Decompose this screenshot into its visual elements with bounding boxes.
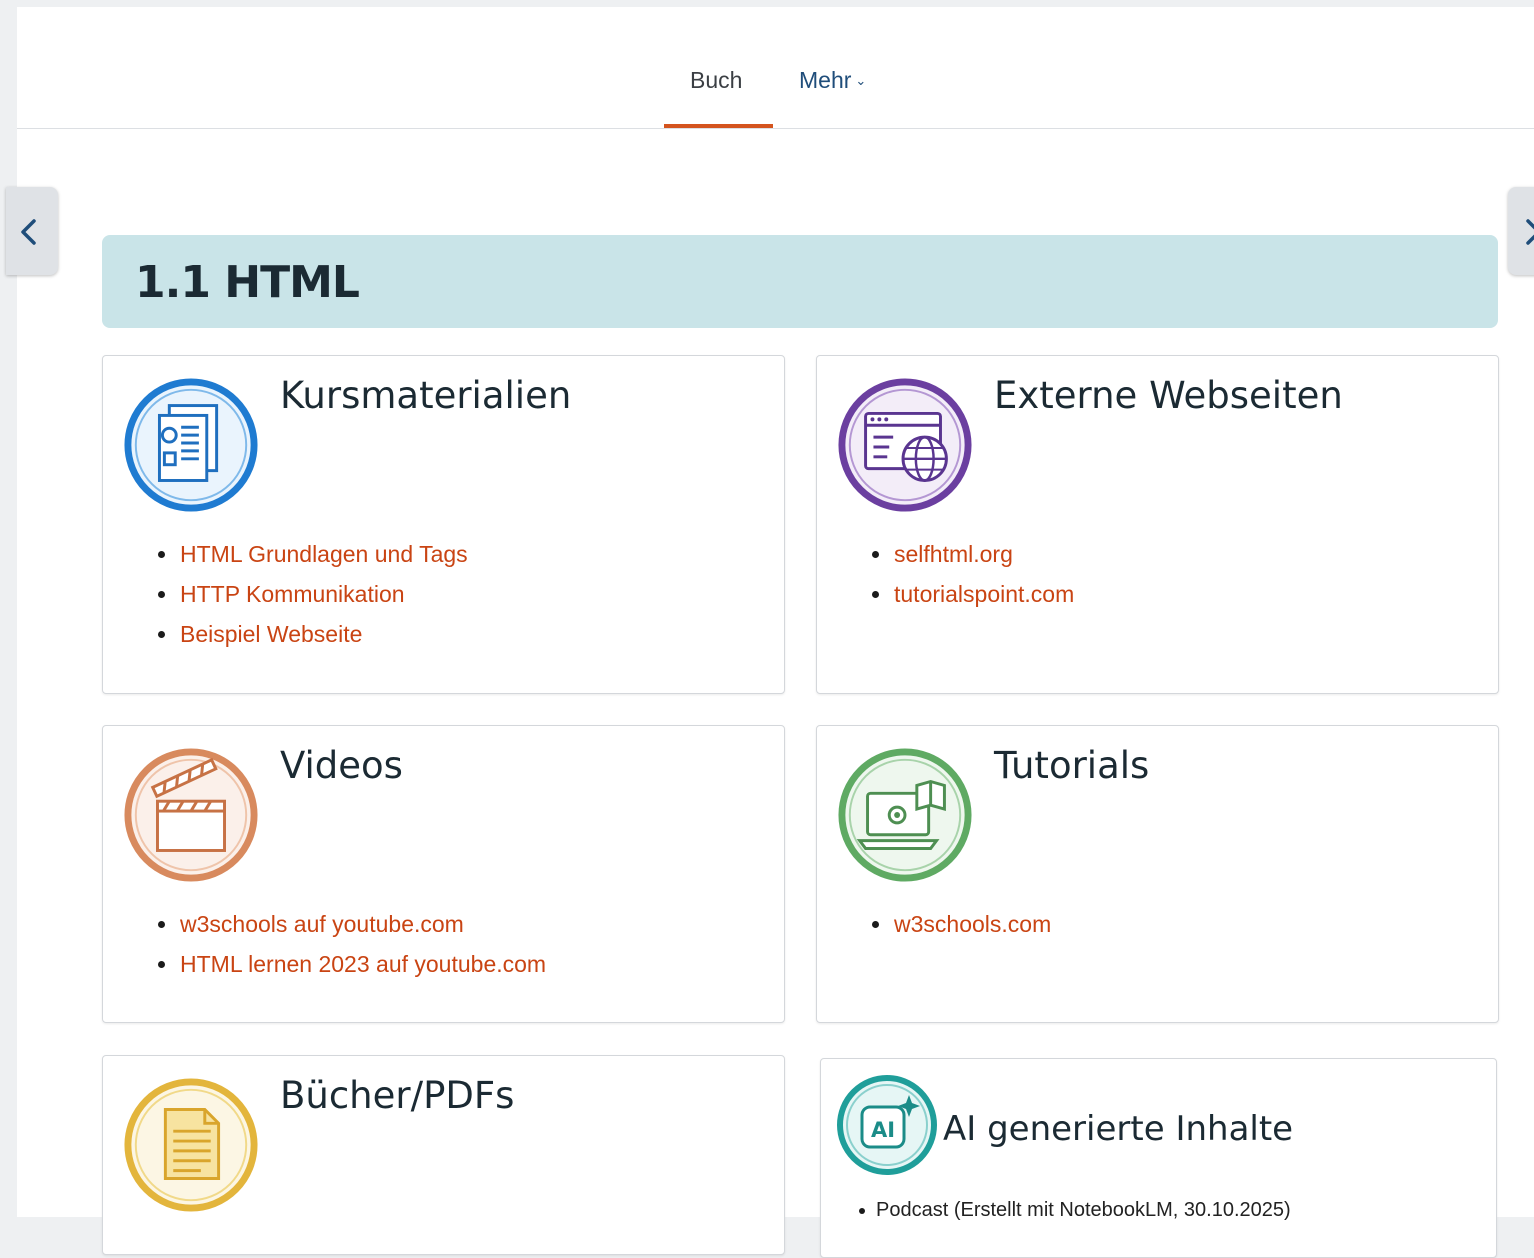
list-item: Beispiel Webseite [158, 614, 468, 654]
list-item: w3schools.com [872, 904, 1051, 944]
chevron-left-icon [21, 219, 36, 245]
list-item: tutorialspoint.com [872, 574, 1074, 614]
chevron-right-icon [1526, 219, 1534, 245]
card-externe-webseiten: Externe Webseiten selfhtml.org tutorials… [816, 355, 1499, 694]
link-html-lernen-youtube[interactable]: HTML lernen 2023 auf youtube.com [180, 951, 546, 977]
link-html-grundlagen[interactable]: HTML Grundlagen und Tags [180, 541, 468, 567]
link-list: w3schools auf youtube.com HTML lernen 20… [158, 904, 546, 984]
chevron-down-icon: ⌄ [855, 73, 867, 88]
link-w3schools[interactable]: w3schools.com [894, 911, 1051, 937]
list-item: HTTP Kommunikation [158, 574, 468, 614]
list-item: w3schools auf youtube.com [158, 904, 546, 944]
link-http-kommunikation[interactable]: HTTP Kommunikation [180, 581, 405, 607]
tab-buch[interactable]: Buch [690, 65, 742, 95]
card-ai-inhalte: AI AI generierte Inhalte Podcast (Erstel… [820, 1058, 1497, 1258]
tab-mehr[interactable]: Mehr ⌄ [799, 65, 866, 96]
section-title: 1.1 HTML [135, 257, 360, 308]
active-tab-indicator [664, 124, 773, 128]
card-title: Tutorials [994, 744, 1150, 787]
page: Buch Mehr ⌄ 1.1 HTML Kursmaterialien HTML… [17, 7, 1534, 1258]
laptop-book-icon [838, 748, 972, 882]
svg-text:AI: AI [871, 1118, 895, 1142]
link-beispiel-webseite[interactable]: Beispiel Webseite [180, 621, 362, 647]
podcast-item: Podcast (Erstellt mit NotebookLM, 30.10.… [876, 1199, 1291, 1221]
clapperboard-icon [124, 748, 258, 882]
link-list: selfhtml.org tutorialspoint.com [872, 534, 1074, 614]
link-w3schools-youtube[interactable]: w3schools auf youtube.com [180, 911, 464, 937]
tab-buch-label: Buch [690, 67, 743, 93]
list-item[interactable]: Podcast (Erstellt mit NotebookLM, 30.10.… [859, 1195, 1291, 1225]
documents-icon [124, 378, 258, 512]
link-tutorialspoint[interactable]: tutorialspoint.com [894, 581, 1074, 607]
card-title: Videos [280, 744, 403, 787]
section-title-bar: 1.1 HTML [102, 235, 1498, 328]
top-navigation: Buch Mehr ⌄ [17, 7, 1534, 129]
list-item: HTML Grundlagen und Tags [158, 534, 468, 574]
document-icon [124, 1078, 258, 1212]
card-videos: Videos w3schools auf youtube.com HTML le… [102, 725, 785, 1023]
link-selfhtml[interactable]: selfhtml.org [894, 541, 1013, 567]
card-title: Kursmaterialien [280, 374, 572, 417]
card-title: Externe Webseiten [994, 374, 1343, 417]
card-buecher-pdfs: Bücher/PDFs [102, 1055, 785, 1255]
list-item: HTML lernen 2023 auf youtube.com [158, 944, 546, 984]
card-title: AI generierte Inhalte [943, 1109, 1294, 1149]
ai-sparkle-icon: AI [837, 1075, 937, 1175]
next-page-button[interactable] [1508, 187, 1534, 275]
tab-mehr-label: Mehr [799, 67, 852, 93]
card-title: Bücher/PDFs [280, 1074, 515, 1117]
card-kursmaterialien: Kursmaterialien HTML Grundlagen und Tags… [102, 355, 785, 694]
browser-globe-icon [838, 378, 972, 512]
card-tutorials: Tutorials w3schools.com [816, 725, 1499, 1023]
link-list: w3schools.com [872, 904, 1051, 944]
list-item: selfhtml.org [872, 534, 1074, 574]
link-list: HTML Grundlagen und Tags HTTP Kommunikat… [158, 534, 468, 654]
item-list: Podcast (Erstellt mit NotebookLM, 30.10.… [859, 1195, 1291, 1225]
previous-page-button[interactable] [6, 187, 58, 275]
